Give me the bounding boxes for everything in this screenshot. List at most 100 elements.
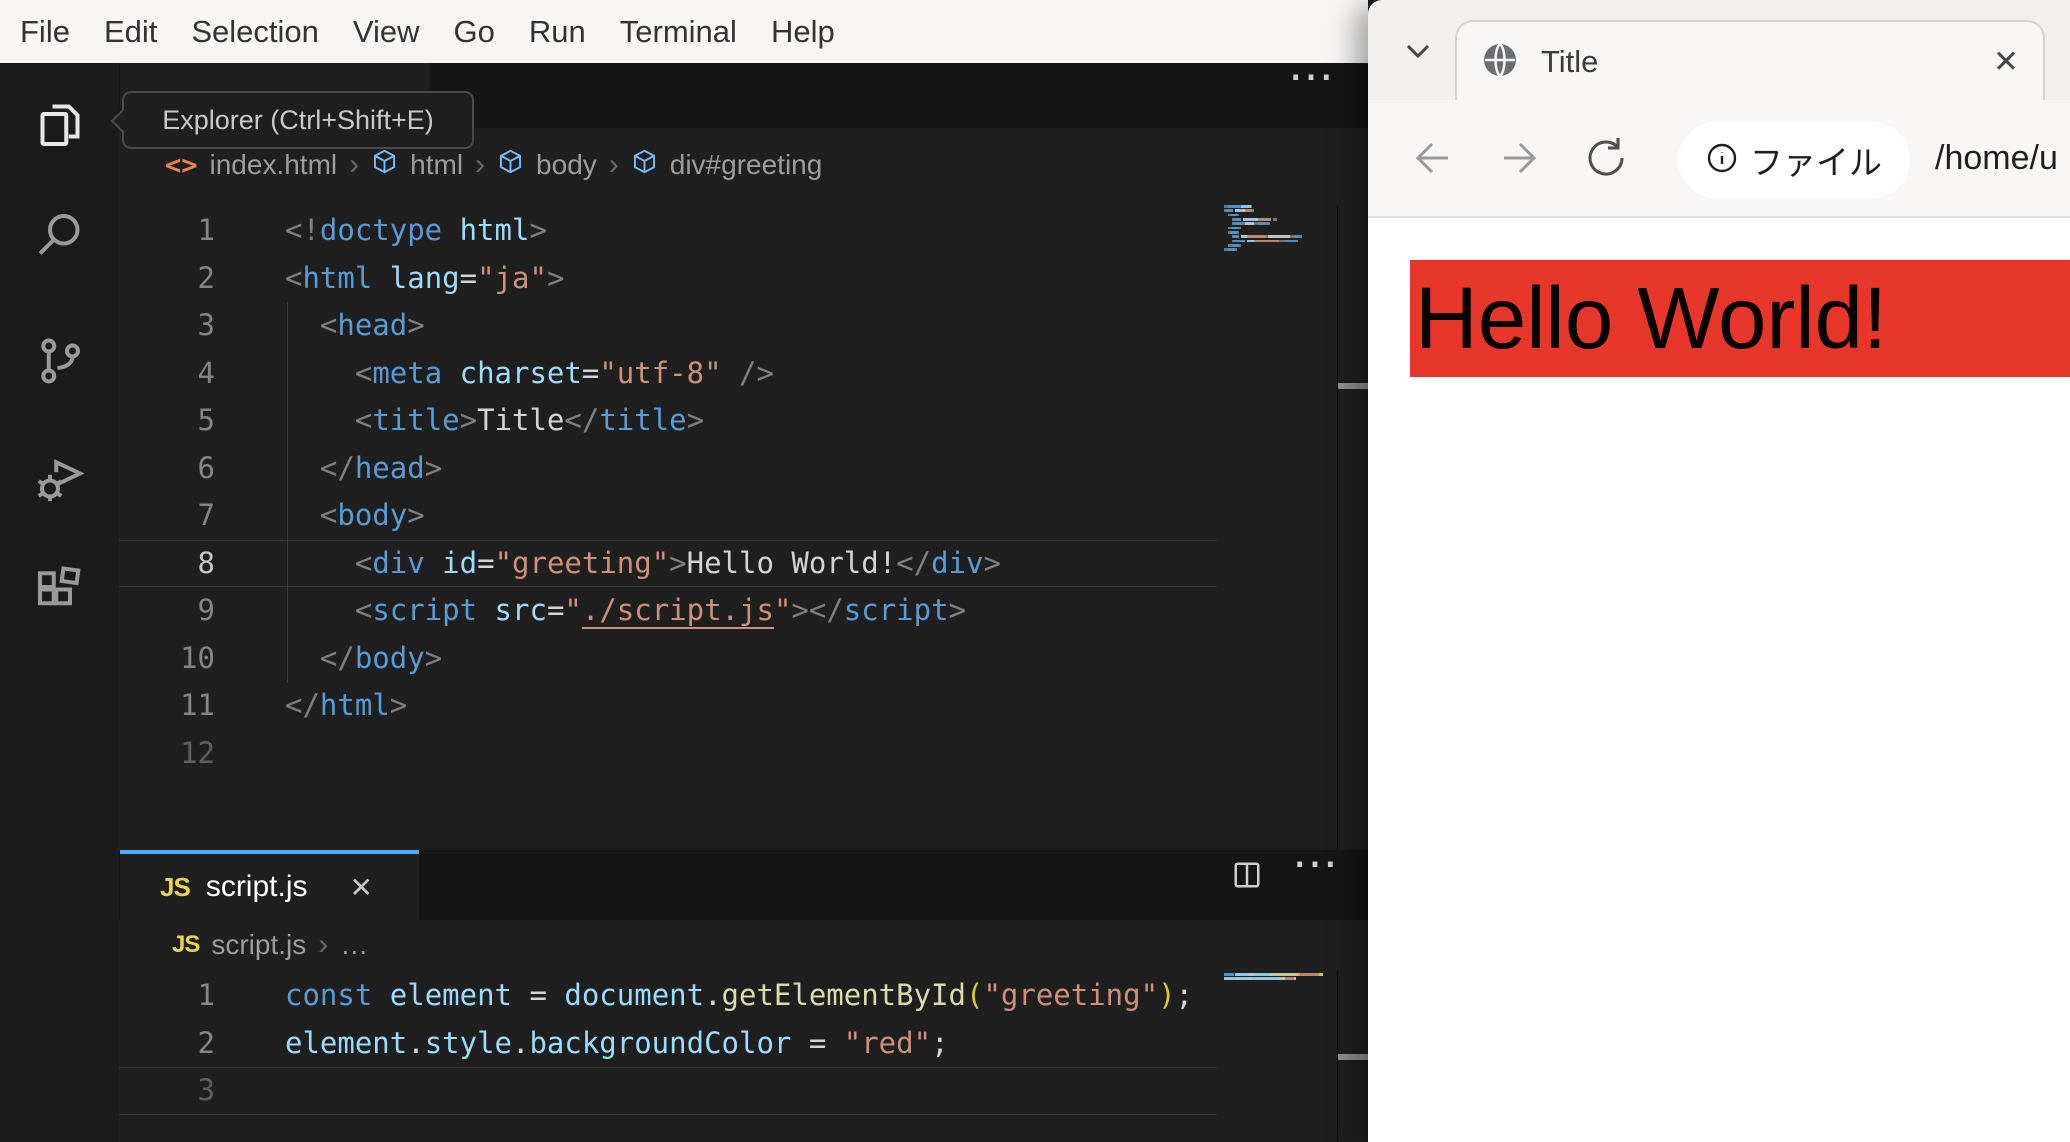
back-button[interactable] [1408,134,1456,187]
code-line[interactable]: 11 </html> [119,682,1217,730]
breadcrumb-item[interactable]: script.js [211,929,306,961]
tab-search-chevron-icon[interactable] [1394,26,1442,79]
code-line[interactable]: 8 <div id="greeting">Hello World!</div> [119,540,1217,588]
info-icon [1706,142,1738,179]
code-line[interactable]: 3 [119,1067,1217,1115]
minimap[interactable] [1224,973,1323,986]
browser-window: Title ✕ ファイル /home/u Hello World! [1368,0,2070,1142]
menu-item-selection[interactable]: Selection [191,14,319,50]
editor-more-actions-button[interactable]: ⋯ [1292,840,1340,886]
code-text: <div id="greeting">Hello World!</div> [354,545,1001,580]
chevron-right-icon: › [608,148,619,181]
code-line[interactable]: 4 <meta charset="utf-8" /> [119,350,1217,398]
line-number: 8 [197,545,215,580]
address-url[interactable]: /home/u [1935,120,2058,196]
extensions-icon[interactable] [30,562,90,622]
menu-item-run[interactable]: Run [529,14,586,50]
line-number: 4 [197,355,215,390]
symbol-element-icon [371,148,398,182]
tab-label: script.js [205,870,308,903]
code-line[interactable]: 3 <head> [119,302,1217,350]
search-icon[interactable] [30,206,90,266]
breadcrumb-item[interactable]: index.html [210,149,338,181]
line-number: 2 [197,1025,215,1060]
menu-item-terminal[interactable]: Terminal [620,14,737,50]
code-line[interactable]: 12 [119,730,1217,778]
menu-item-go[interactable]: Go [454,14,495,50]
menu-item-help[interactable]: Help [771,14,835,50]
js-file-icon: JS [172,931,200,958]
greeting-heading: Hello World! [1410,260,2070,377]
chevron-right-icon: › [349,148,360,181]
code-line[interactable]: 2 <html lang="ja"> [119,255,1217,303]
code-text: <title>Title</title> [354,403,705,437]
tooltip-text: Explorer (Ctrl+Shift+E) [162,104,434,135]
scrollbar-divider [1337,205,1338,850]
menu-item-view[interactable]: View [353,14,420,50]
code-line[interactable]: 1 const element = document.getElementById… [119,972,1217,1020]
html-file-icon: <> [165,149,198,181]
code-text: element.style.backgroundColor = "red"; [285,1025,949,1060]
code-line[interactable]: 5 <title>Title</title> [119,397,1217,445]
close-tab-icon[interactable]: ✕ [350,871,373,904]
code-line[interactable]: 1 <!doctype html> [119,207,1217,255]
editor-more-actions-button[interactable]: ⋯ [1288,53,1336,99]
breadcrumb-item[interactable]: body [536,149,597,181]
split-editor-button[interactable] [1230,860,1264,895]
line-number: 9 [197,593,215,627]
minimap[interactable] [1224,205,1302,257]
js-code-editor[interactable]: 1 const element = document.getElementById… [119,972,1217,1115]
line-number: 7 [197,498,215,532]
menu-item-file[interactable]: File [20,14,70,50]
browser-viewport: Hello World! [1368,218,2070,1142]
menu-bar: File Edit Selection View Go Run Terminal Help [0,0,1368,63]
menu-item-edit[interactable]: Edit [104,14,157,50]
close-tab-icon[interactable]: ✕ [1993,44,2019,80]
code-text: <meta charset="utf-8" /> [354,355,774,390]
source-control-icon[interactable] [30,331,90,391]
activity-bar [0,63,119,1142]
line-number: 12 [180,735,215,770]
code-line[interactable]: 6 </head> [119,445,1217,493]
breadcrumb-item[interactable]: html [410,149,463,181]
code-text: </head> [319,450,443,485]
line-number: 1 [197,978,215,1012]
code-line[interactable]: 7 <body> [119,492,1217,540]
chevron-right-icon: › [318,928,329,961]
line-number: 11 [180,688,215,722]
site-info-label: ファイル [1750,144,1882,181]
reload-button[interactable] [1582,134,1630,187]
indent-guide [287,302,288,683]
code-text: <body> [319,498,425,532]
line-number: 3 [197,1073,215,1107]
browser-tab[interactable]: Title ✕ [1455,20,2045,102]
symbol-element-icon [497,148,524,182]
globe-icon [1481,41,1519,84]
line-number: 2 [197,260,215,295]
breadcrumb-item[interactable]: div#greeting [670,149,823,181]
breadcrumb: JS script.js › … [172,922,368,968]
code-text: <!doctype html> [285,213,547,247]
code-text: <head> [319,308,425,342]
html-code-editor[interactable]: 1 <!doctype html> 2 <html lang="ja"> 3 <head… [119,207,1217,777]
breadcrumb-item[interactable]: … [340,929,368,961]
js-file-icon: JS [160,871,191,902]
screen: File Edit Selection View Go Run Terminal Help ⋯… [0,0,2070,1142]
code-line[interactable]: 10 </body> [119,635,1217,683]
explorer-icon[interactable] [30,94,90,154]
code-text: const element = document.getElementById(… [285,978,1193,1012]
code-text: <html lang="ja"> [285,260,565,295]
tab-script-js[interactable]: JS script.js ✕ [120,850,419,920]
overview-cursor-marker [1338,1054,1369,1060]
site-info-chip[interactable]: ファイル [1678,122,1910,198]
browser-toolbar: ファイル /home/u [1368,100,2070,218]
line-number: 6 [197,450,215,485]
symbol-element-icon [631,148,658,182]
code-line[interactable]: 2 element.style.backgroundColor = "red"; [119,1020,1217,1068]
run-debug-icon[interactable] [30,451,90,511]
code-line[interactable]: 9 <script src="./script.js"></script> [119,587,1217,635]
code-text: </body> [319,640,443,675]
forward-button[interactable] [1496,134,1544,187]
line-number: 1 [197,213,215,247]
code-text: <script src="./script.js"></script> [354,593,967,627]
